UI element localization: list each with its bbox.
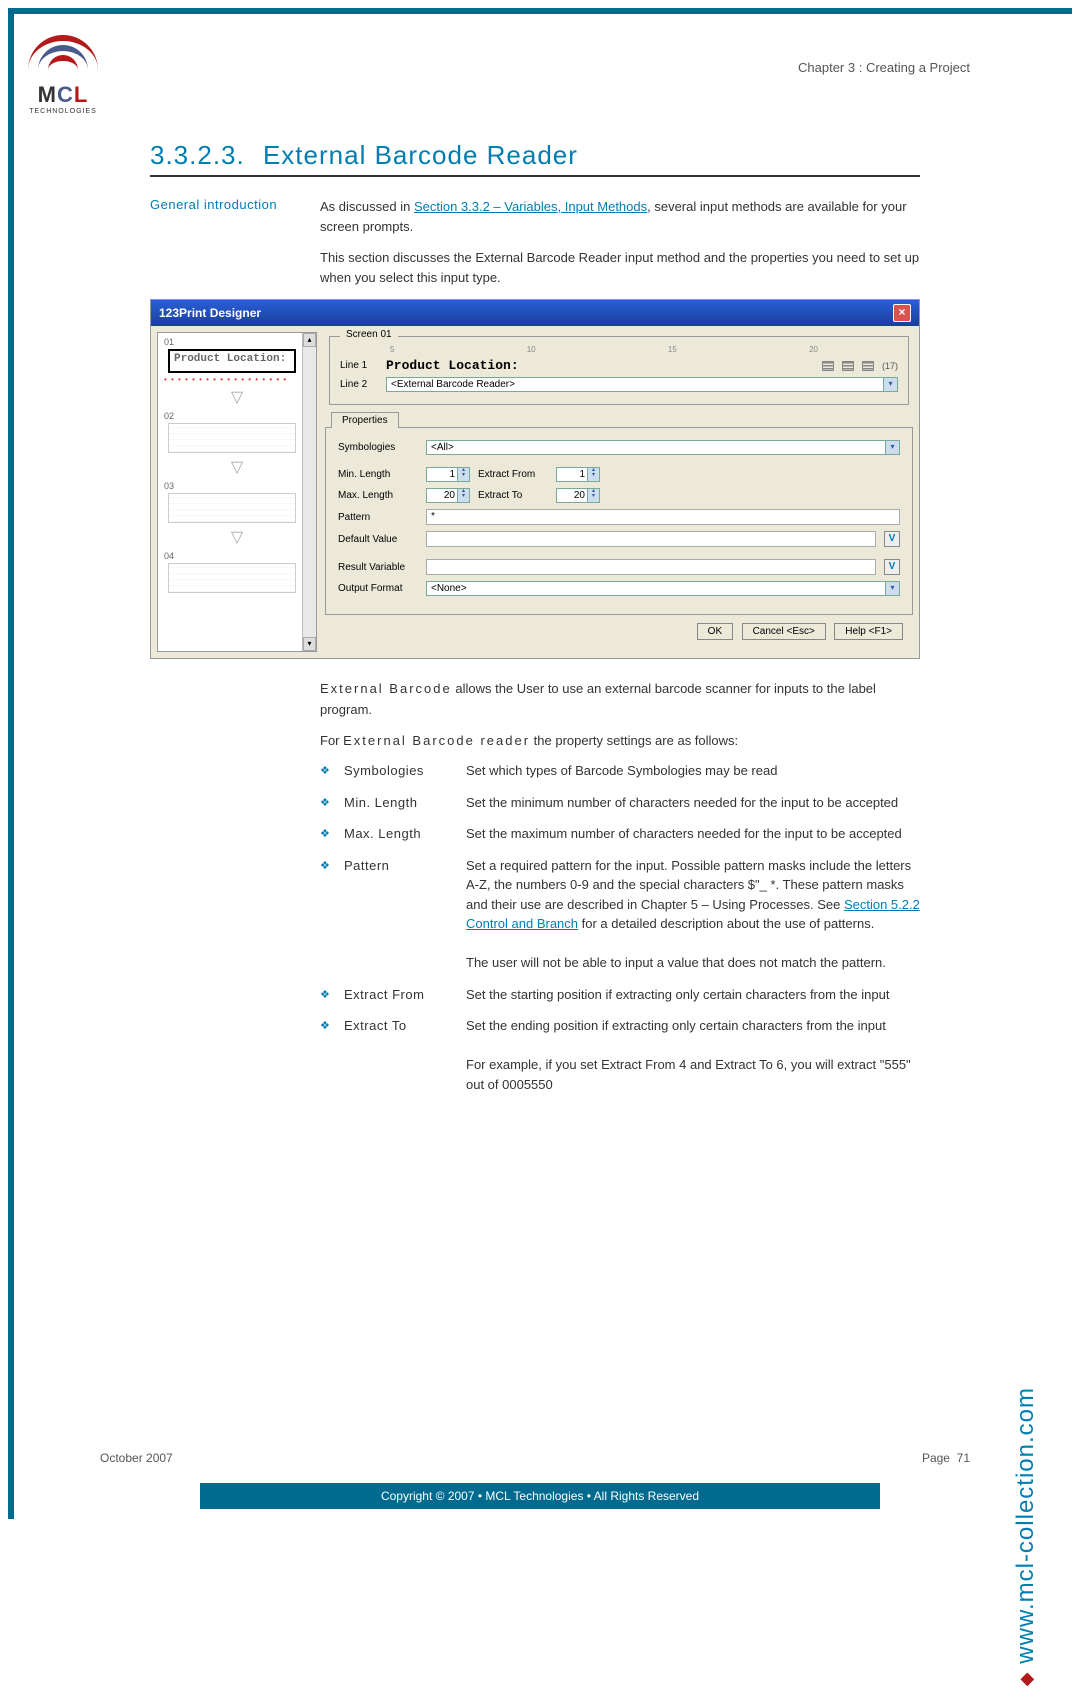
chevron-down-icon: ▽ xyxy=(158,387,316,407)
tab-properties[interactable]: Properties xyxy=(331,412,399,428)
page-left-border xyxy=(8,8,14,1519)
line2-label: Line 2 xyxy=(340,379,380,390)
scrollbar[interactable]: ▴ ▾ xyxy=(302,333,316,651)
bullet-icon: ❖ xyxy=(320,858,332,973)
line2-input-type-select[interactable]: <External Barcode Reader> ▾ xyxy=(386,377,898,392)
line1-length: (17) xyxy=(882,361,898,371)
chevron-down-icon: ▾ xyxy=(885,441,899,454)
logo-subtext: TECHNOLOGIES xyxy=(18,108,108,115)
footer-date: October 2007 xyxy=(100,1451,173,1465)
chevron-down-icon: ▾ xyxy=(885,582,899,595)
align-center-icon[interactable] xyxy=(842,361,854,371)
intro-paragraph-1: As discussed in Section 3.3.2 – Variable… xyxy=(320,197,920,236)
pattern-label: Pattern xyxy=(338,512,418,523)
scroll-down-icon[interactable]: ▾ xyxy=(303,637,316,651)
section-title-text: External Barcode Reader xyxy=(263,140,578,170)
fieldset-legend: Screen 01 xyxy=(340,329,398,340)
minlength-label: Min. Length xyxy=(338,469,418,480)
list-item: ❖ Min. Length Set the minimum number of … xyxy=(320,793,920,813)
variable-picker-button[interactable]: V xyxy=(884,559,900,575)
close-icon[interactable]: × xyxy=(893,304,911,322)
chevron-down-icon: ▽ xyxy=(158,457,316,477)
dialog-titlebar: 123Print Designer × xyxy=(151,300,919,326)
intro-paragraph-2: This section discusses the External Barc… xyxy=(320,248,920,287)
outputformat-label: Output Format xyxy=(338,583,418,594)
resultvariable-label: Result Variable xyxy=(338,562,418,573)
cancel-button[interactable]: Cancel <Esc> xyxy=(742,623,826,640)
body-paragraph-1: External Barcode allows the User to use … xyxy=(320,679,920,751)
section-number: 3.3.2.3. xyxy=(150,140,245,170)
list-item: ❖ Symbologies Set which types of Barcode… xyxy=(320,761,920,781)
dialog-title: 123Print Designer xyxy=(159,306,261,320)
defaultvalue-input[interactable] xyxy=(426,531,876,547)
website-url: ◆ www.mcl-collection.com xyxy=(1012,1387,1040,1694)
pattern-input[interactable]: * xyxy=(426,509,900,525)
extractfrom-label: Extract From xyxy=(478,469,548,480)
screen-item-02[interactable]: 02 xyxy=(164,411,312,453)
scroll-up-icon[interactable]: ▴ xyxy=(303,333,316,347)
logo-m: M xyxy=(38,82,57,107)
logo-l: L xyxy=(74,82,88,107)
bullet-icon: ❖ xyxy=(320,763,332,781)
property-list: ❖ Symbologies Set which types of Barcode… xyxy=(320,761,920,1094)
align-left-icon[interactable] xyxy=(822,361,834,371)
variable-picker-button[interactable]: V xyxy=(884,531,900,547)
screen-fieldset: Screen 01 5 10 15 20 Line 1 Product Loca… xyxy=(329,336,909,405)
resultvariable-input[interactable] xyxy=(426,559,876,575)
list-item: ❖ Max. Length Set the maximum number of … xyxy=(320,824,920,844)
symbologies-select[interactable]: <All> ▾ xyxy=(426,440,900,455)
outputformat-select[interactable]: <None> ▾ xyxy=(426,581,900,596)
line1-label: Line 1 xyxy=(340,360,380,371)
screen-item-04[interactable]: 04 xyxy=(164,551,312,593)
footer-page: Page 71 xyxy=(922,1451,970,1465)
bullet-icon: ❖ xyxy=(320,795,332,813)
list-item: ❖ Pattern Set a required pattern for the… xyxy=(320,856,920,973)
ok-button[interactable]: OK xyxy=(697,623,733,640)
minlength-spinner[interactable]: 1▴▾ xyxy=(426,467,470,482)
screen-item-03[interactable]: 03 xyxy=(164,481,312,523)
screenshot-dialog: 123Print Designer × 01 Product Location:… xyxy=(150,299,920,659)
input-placeholder-dots: • • • • • • • • • • • • • • • • • • xyxy=(164,377,312,383)
link-section-3-3-2[interactable]: Section 3.3.2 – Variables, Input Methods xyxy=(414,199,647,214)
extractto-label: Extract To xyxy=(478,490,548,501)
chapter-header: Chapter 3 : Creating a Project xyxy=(798,60,970,75)
bullet-icon: ❖ xyxy=(320,987,332,1005)
chevron-down-icon: ▽ xyxy=(158,527,316,547)
properties-panel: Symbologies <All> ▾ Min. Length 1▴▾ Extr… xyxy=(325,427,913,615)
align-right-icon[interactable] xyxy=(862,361,874,371)
chevron-down-icon: ▾ xyxy=(883,378,897,391)
copyright-bar: Copyright © 2007 • MCL Technologies • Al… xyxy=(200,1483,880,1509)
extractto-spinner[interactable]: 20▴▾ xyxy=(556,488,600,503)
content-area: 3.3.2.3. External Barcode Reader General… xyxy=(150,140,920,1106)
defaultvalue-label: Default Value xyxy=(338,534,418,545)
list-item: ❖ Extract From Set the starting position… xyxy=(320,985,920,1005)
extractfrom-spinner[interactable]: 1▴▾ xyxy=(556,467,600,482)
list-item: ❖ Extract To Set the ending position if … xyxy=(320,1016,920,1094)
section-title: 3.3.2.3. External Barcode Reader xyxy=(150,140,920,177)
page-top-border xyxy=(8,8,1072,14)
maxlength-spinner[interactable]: 20▴▾ xyxy=(426,488,470,503)
symbologies-label: Symbologies xyxy=(338,442,418,453)
intro-label: General introduction xyxy=(150,197,300,236)
ruler: 5 10 15 20 xyxy=(340,345,898,354)
screen-item-01[interactable]: 01 Product Location: • • • • • • • • • •… xyxy=(164,337,312,383)
help-button[interactable]: Help <F1> xyxy=(834,623,903,640)
line1-text: Product Location: xyxy=(386,358,816,373)
logo: MCL TECHNOLOGIES xyxy=(18,30,108,120)
logo-c: C xyxy=(57,82,74,107)
maxlength-label: Max. Length xyxy=(338,490,418,501)
bullet-icon: ❖ xyxy=(320,826,332,844)
screen-list-panel: 01 Product Location: • • • • • • • • • •… xyxy=(157,332,317,652)
bullet-icon: ❖ xyxy=(320,1018,332,1094)
